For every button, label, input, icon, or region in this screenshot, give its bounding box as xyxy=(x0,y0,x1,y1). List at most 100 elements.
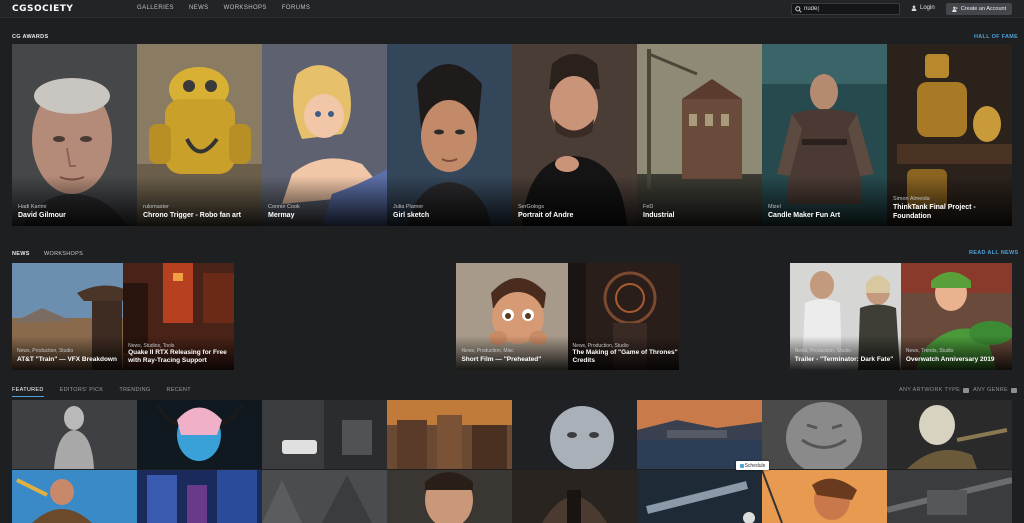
award-card[interactable]: FeD Industrial xyxy=(637,44,762,226)
gallery-item[interactable] xyxy=(762,400,887,469)
schedule-button[interactable]: Schedule xyxy=(736,461,769,470)
award-author: Mizel xyxy=(768,204,781,210)
nav-news[interactable]: NEWS xyxy=(189,5,209,11)
award-author: rulomaster xyxy=(143,204,169,210)
news-title: AT&T "Train" — VFX Breakdown xyxy=(17,356,117,363)
award-title: ThinkTank Final Project - Foundation xyxy=(893,204,976,220)
nav-workshops[interactable]: WORKSHOPS xyxy=(224,5,267,11)
gallery-artwork xyxy=(762,400,887,469)
gallery-artwork xyxy=(137,400,262,469)
gallery-tabs: FEATURED EDITORS' PICK TRENDING RECENT xyxy=(12,387,191,397)
news-title: Quake II RTX Releasing for Free with Ray… xyxy=(128,349,227,364)
tab-workshops[interactable]: WORKSHOPS xyxy=(44,251,83,257)
gallery-item[interactable] xyxy=(512,400,637,469)
award-card[interactable]: rulomaster Chrono Trigger - Robo fan art xyxy=(137,44,262,226)
award-title: Chrono Trigger - Robo fan art xyxy=(143,211,241,219)
gallery-artwork xyxy=(637,400,762,469)
award-author: SerGologs xyxy=(518,204,544,210)
award-card[interactable]: SerGologs Portrait of Andre xyxy=(512,44,637,226)
award-title: Girl sketch xyxy=(393,211,430,219)
gallery-artwork xyxy=(887,400,1012,469)
tab-news[interactable]: NEWS xyxy=(12,251,30,257)
award-card[interactable]: Simon Almeida ThinkTank Final Project - … xyxy=(887,44,1012,226)
tab-recent[interactable]: RECENT xyxy=(166,387,190,397)
award-title: David Gilmour xyxy=(18,211,66,219)
artwork-type-filter[interactable]: ANY ARTWORK TYPE xyxy=(899,387,970,393)
create-account-label: Create an Account xyxy=(960,6,1007,12)
award-title: Portrait of Andre xyxy=(518,211,574,219)
gallery-item[interactable] xyxy=(387,470,512,523)
gallery-item[interactable] xyxy=(387,400,512,469)
news-placeholder xyxy=(678,263,790,370)
gallery-item[interactable] xyxy=(637,470,762,523)
gallery-item[interactable] xyxy=(637,400,762,469)
news-title: Trailer - "Terminator: Dark Fate" xyxy=(794,356,894,363)
hall-of-fame-link[interactable]: HALL OF FAME xyxy=(974,34,1018,40)
news-category: News, Production, Misc xyxy=(461,348,514,354)
read-all-news-link[interactable]: READ ALL NEWS xyxy=(969,250,1018,256)
dropdown-icon xyxy=(963,387,970,393)
tab-featured[interactable]: FEATURED xyxy=(12,387,44,397)
news-card[interactable]: News, Production, Studio AT&T "Train" — … xyxy=(12,263,124,370)
gallery-item[interactable] xyxy=(12,400,137,469)
gallery-artwork xyxy=(262,400,387,469)
award-author: FeD xyxy=(643,204,654,210)
gallery-item[interactable] xyxy=(887,470,1012,523)
news-title: The Making of "Game of Thrones" Credits xyxy=(572,349,678,364)
gallery-artwork xyxy=(12,400,137,469)
search-input[interactable] xyxy=(804,4,896,14)
news-placeholder xyxy=(345,263,457,370)
news-category: News, Production, Studio xyxy=(17,348,74,354)
news-category: News, Trends, Studio xyxy=(905,348,954,354)
award-card[interactable]: Connie Cook Mermay xyxy=(262,44,387,226)
award-title: Candle Maker Fun Art xyxy=(768,211,841,219)
genre-filter[interactable]: ANY GENRE xyxy=(973,387,1017,393)
news-card[interactable]: News, Production, Studio Trailer - "Term… xyxy=(789,263,901,370)
gallery-item[interactable] xyxy=(262,400,387,469)
tab-trending[interactable]: TRENDING xyxy=(119,387,150,397)
gallery-item[interactable] xyxy=(137,470,262,523)
award-title: Mermay xyxy=(268,211,295,219)
news-title: Short Film — "Preheated" xyxy=(461,356,542,363)
gallery-item[interactable] xyxy=(512,470,637,523)
gallery-artwork xyxy=(762,470,887,523)
search-icon xyxy=(795,6,802,13)
genre-label: ANY GENRE xyxy=(973,387,1008,393)
nav-galleries[interactable]: GALLERIES xyxy=(137,5,174,11)
award-title: Industrial xyxy=(643,211,675,219)
award-author: Simon Almeida xyxy=(893,196,930,202)
gallery-item[interactable] xyxy=(12,470,137,523)
nav-forums[interactable]: FORUMS xyxy=(282,5,310,11)
news-card[interactable]: News, Studios, Tools Quake II RTX Releas… xyxy=(123,263,235,370)
search-box[interactable] xyxy=(791,3,900,15)
gallery-artwork xyxy=(387,470,512,523)
gallery-item[interactable] xyxy=(262,470,387,523)
login-button[interactable]: Login xyxy=(911,5,935,11)
artwork-type-label: ANY ARTWORK TYPE xyxy=(899,387,961,393)
award-card[interactable]: Hadi Karimi David Gilmour xyxy=(12,44,137,226)
news-row: News, Production, Studio AT&T "Train" — … xyxy=(12,263,1012,370)
award-author: Connie Cook xyxy=(268,204,300,210)
award-card[interactable]: Julia Plamer Girl sketch xyxy=(387,44,512,226)
add-user-icon xyxy=(952,6,958,12)
news-category: News, Production, Studio xyxy=(794,348,851,354)
top-bar: CGSOCIETY GALLERIES NEWS WORKSHOPS FORUM… xyxy=(0,0,1024,18)
gallery-item[interactable] xyxy=(137,400,262,469)
news-card[interactable]: News, Production, Studio The Making of "… xyxy=(567,263,679,370)
award-author: Julia Plamer xyxy=(393,204,424,210)
award-author: Hadi Karimi xyxy=(18,204,47,210)
tab-editors-pick[interactable]: EDITORS' PICK xyxy=(60,387,104,397)
main-nav: GALLERIES NEWS WORKSHOPS FORUMS xyxy=(137,5,310,11)
award-card[interactable]: Mizel Candle Maker Fun Art xyxy=(762,44,887,226)
create-account-button[interactable]: Create an Account xyxy=(946,3,1012,15)
news-card[interactable]: News, Trends, Studio Overwatch Anniversa… xyxy=(900,263,1012,370)
gallery-item[interactable] xyxy=(887,400,1012,469)
news-placeholder xyxy=(234,263,346,370)
gallery-artwork xyxy=(387,400,512,469)
site-logo[interactable]: CGSOCIETY xyxy=(12,4,73,14)
news-card[interactable]: News, Production, Misc Short Film — "Pre… xyxy=(456,263,568,370)
awards-title: CG AWARDS xyxy=(12,34,49,40)
schedule-label: Schedule xyxy=(744,462,766,469)
calendar-icon xyxy=(739,463,744,468)
gallery-item[interactable] xyxy=(762,470,887,523)
